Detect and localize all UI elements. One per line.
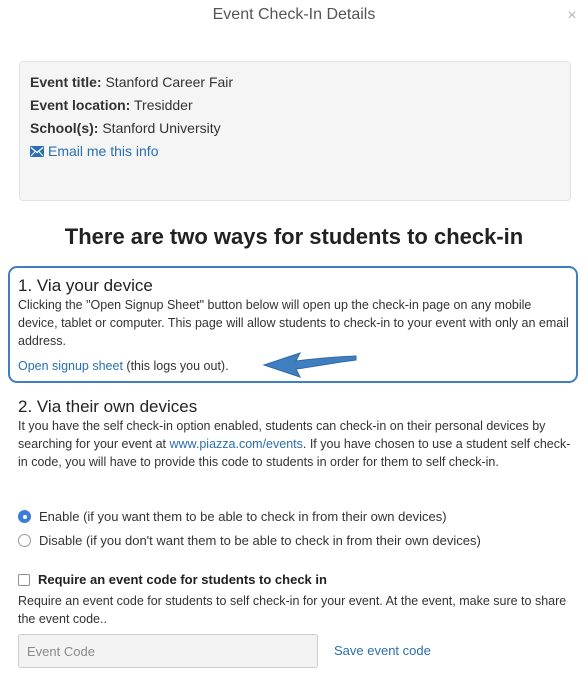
email-link-text[interactable]: Email me this info xyxy=(48,140,158,163)
envelope-icon xyxy=(30,146,44,157)
require-code-checkbox[interactable] xyxy=(18,573,30,586)
event-title-row: Event title: Stanford Career Fair xyxy=(30,71,560,94)
via-own-devices-description: It you have the self check-in option ena… xyxy=(18,417,574,471)
require-code-description: Require an event code for students to se… xyxy=(18,594,567,626)
schools-label: School(s): xyxy=(30,120,99,136)
enable-option[interactable]: Enable (if you want them to be able to c… xyxy=(18,509,447,524)
modal-title: Event Check-In Details xyxy=(212,6,376,23)
event-info-panel: Event title: Stanford Career Fair Event … xyxy=(19,61,571,201)
checkin-heading: There are two ways for students to check… xyxy=(64,224,524,249)
disable-label[interactable]: Disable (if you don't want them to be ab… xyxy=(39,533,481,548)
event-code-input[interactable] xyxy=(18,634,318,668)
via-device-description: Clicking the "Open Signup Sheet" button … xyxy=(18,298,569,348)
require-code-option[interactable]: Require an event code for students to ch… xyxy=(18,572,327,587)
event-location-row: Event location: Tresidder xyxy=(30,94,560,117)
save-event-code-button[interactable]: Save event code xyxy=(334,643,431,658)
via-own-devices-title: 2. Via their own devices xyxy=(18,397,198,416)
schools-row: School(s): Stanford University xyxy=(30,117,560,140)
via-device-title: 1. Via your device xyxy=(18,276,153,295)
open-signup-sheet-link[interactable]: Open signup sheet xyxy=(18,359,123,373)
close-icon[interactable]: × xyxy=(564,7,580,25)
signup-sheet-note: (this logs you out). xyxy=(122,359,229,373)
event-title-value: Stanford Career Fair xyxy=(105,74,234,90)
event-location-value: Tresidder xyxy=(134,97,193,113)
arrow-left-icon xyxy=(262,352,357,378)
piazza-events-link[interactable]: www.piazza.com/events xyxy=(169,437,302,451)
event-title-label: Event title: xyxy=(30,74,102,90)
disable-radio[interactable] xyxy=(18,534,31,547)
schools-value: Stanford University xyxy=(102,120,221,136)
disable-option[interactable]: Disable (if you don't want them to be ab… xyxy=(18,533,481,548)
event-location-label: Event location: xyxy=(30,97,131,113)
enable-label[interactable]: Enable (if you want them to be able to c… xyxy=(39,509,447,524)
require-code-label[interactable]: Require an event code for students to ch… xyxy=(38,572,327,587)
enable-radio[interactable] xyxy=(18,510,31,523)
email-info-link[interactable]: Email me this info xyxy=(30,140,560,163)
